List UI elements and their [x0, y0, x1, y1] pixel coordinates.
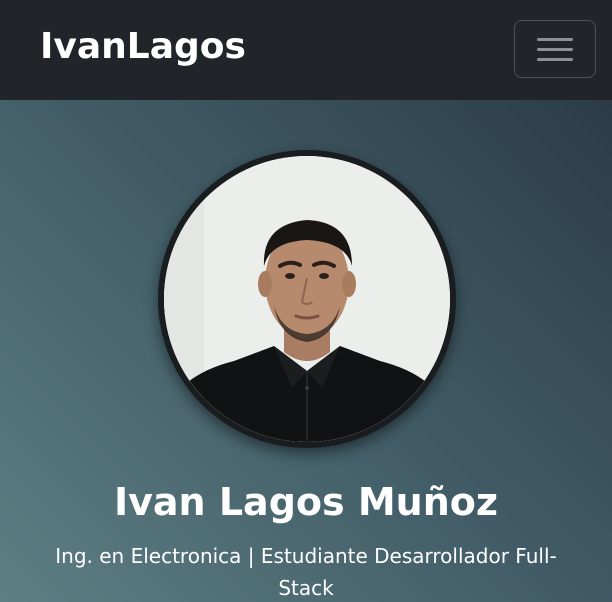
avatar-frame [158, 150, 456, 448]
hero-section: Ivan Lagos Muñoz Ing. en Electronica | E… [0, 100, 612, 602]
hamburger-menu-icon [537, 37, 573, 63]
navbar: IvanLagos [0, 0, 612, 100]
navbar-toggle-button[interactable] [514, 20, 596, 78]
profile-subtitle: Ing. en Electronica | Estudiante Desarro… [55, 544, 557, 600]
profile-name: Ivan Lagos Muñoz [114, 480, 498, 524]
brand-link[interactable]: IvanLagos [40, 24, 246, 70]
profile-photo [164, 156, 450, 442]
avatar [164, 156, 450, 442]
